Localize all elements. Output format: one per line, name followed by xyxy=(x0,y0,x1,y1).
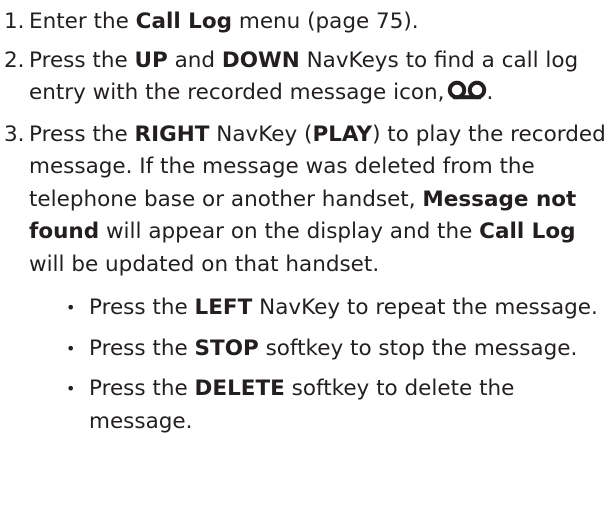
sub-bullet-list: • Press the LEFT NavKey to repeat the me… xyxy=(29,292,612,438)
bold-term-call-log: Call Log xyxy=(479,219,576,244)
bold-term-down: DOWN xyxy=(221,47,300,73)
step-text: Enter the Call Log menu (page 75). xyxy=(29,9,419,34)
bold-term-delete: DELETE xyxy=(194,376,285,401)
text-run: Press the xyxy=(89,376,195,401)
step-number: 2. xyxy=(4,47,25,73)
step-number: 1. xyxy=(4,9,25,34)
text-run: . xyxy=(486,80,494,105)
bullet-marker: • xyxy=(66,298,76,317)
bullet-item-repeat: • Press the LEFT NavKey to repeat the me… xyxy=(29,292,612,325)
instruction-steps: 1. Enter the Call Log menu (page 75). 2.… xyxy=(0,6,612,446)
text-run: Enter the xyxy=(29,9,136,34)
text-run: Press the xyxy=(89,335,195,361)
step-1: 1. Enter the Call Log menu (page 75). xyxy=(0,6,612,39)
bold-term-call-log: Call Log xyxy=(135,9,233,34)
text-run: will be updated on that handset. xyxy=(29,251,380,277)
step-text: Press the UP and DOWN NavKeys to find a … xyxy=(29,48,578,106)
bold-term-left: LEFT xyxy=(194,295,253,320)
text-run: Press the xyxy=(29,121,135,147)
text-run: NavKey ( xyxy=(209,121,313,147)
text-run: will appear on the display and the xyxy=(99,219,480,244)
instruction-page: 1. Enter the Call Log menu (page 75). 2.… xyxy=(0,0,616,513)
text-run: softkey to stop the message. xyxy=(258,335,578,361)
text-run: NavKey to repeat the message. xyxy=(252,295,598,320)
step-2: 2. Press the UP and DOWN NavKeys to find… xyxy=(0,45,612,113)
step-3: 3. Press the RIGHT NavKey (PLAY) to play… xyxy=(0,119,612,439)
step-text: Press the RIGHT NavKey (PLAY) to play th… xyxy=(29,122,606,277)
bullet-item-stop: • Press the STOP softkey to stop the mes… xyxy=(29,333,612,366)
text-run: menu (page 75). xyxy=(232,9,419,34)
voicemail-icon xyxy=(447,80,487,113)
bold-term-stop: STOP xyxy=(194,335,259,361)
step-number: 3. xyxy=(4,121,25,147)
bold-term-up: UP xyxy=(134,47,168,73)
text-run: Press the xyxy=(89,295,195,320)
bullet-marker: • xyxy=(66,379,76,398)
bold-term-right: RIGHT xyxy=(134,121,210,147)
bold-term-play: PLAY xyxy=(312,121,373,147)
text-run: Press the xyxy=(29,47,135,73)
bullet-item-delete: • Press the DELETE softkey to delete the… xyxy=(29,373,612,438)
text-run: and xyxy=(167,47,222,73)
bullet-marker: • xyxy=(66,338,76,358)
